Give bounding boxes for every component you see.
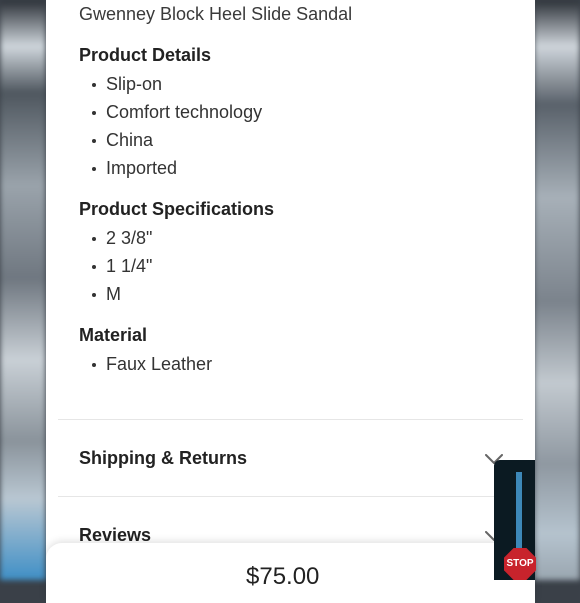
- list-item: 1 1/4": [92, 256, 152, 277]
- bullet-icon: [92, 138, 96, 143]
- material-heading: Material: [79, 325, 148, 345]
- list-item: Imported: [92, 158, 177, 179]
- bullet-icon: [92, 264, 96, 269]
- list-item: Comfort technology: [92, 102, 262, 123]
- list-item: Slip-on: [92, 74, 162, 95]
- list-item: China: [92, 130, 153, 151]
- blurred-backdrop-left: [0, 0, 46, 580]
- product-specifications-heading: Product Specifications: [79, 199, 275, 219]
- bullet-icon: [92, 292, 96, 297]
- shipping-returns-accordion[interactable]: Shipping & Returns: [46, 420, 535, 496]
- list-item: 2 3/8": [92, 228, 152, 249]
- bullet-icon: [92, 110, 96, 115]
- shipping-returns-label: Shipping & Returns: [79, 448, 247, 468]
- bullet-icon: [92, 362, 96, 367]
- bullet-icon: [92, 166, 96, 171]
- bullet-icon: [92, 236, 96, 241]
- product-title: Gwenney Block Heel Slide Sandal: [79, 4, 353, 24]
- price-bottom-sheet: $75.00: [46, 543, 535, 603]
- list-item: M: [92, 284, 121, 305]
- video-frame-stripe: [516, 472, 522, 552]
- product-info-panel: Gwenney Block Heel Slide Sandal Product …: [46, 0, 535, 603]
- bullet-icon: [92, 82, 96, 87]
- product-details-heading: Product Details: [79, 45, 212, 65]
- list-item: Faux Leather: [92, 354, 212, 375]
- blurred-backdrop-right: [534, 0, 580, 580]
- price-label: $75.00: [246, 563, 320, 590]
